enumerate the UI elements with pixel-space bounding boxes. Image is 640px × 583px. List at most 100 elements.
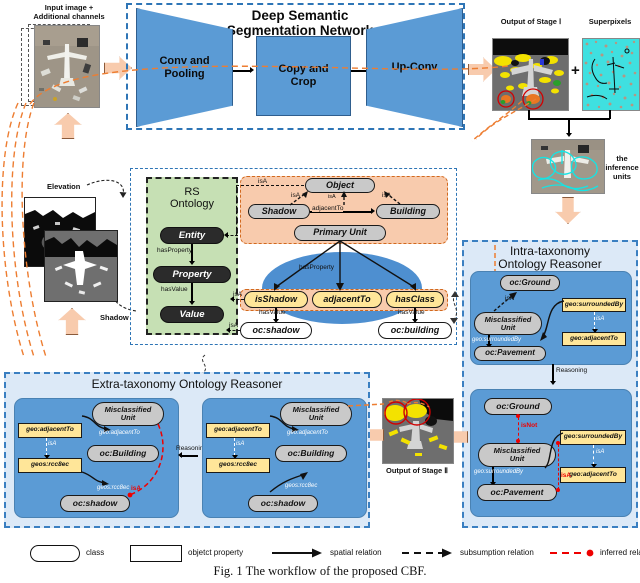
intra-bottom-box-surroundedBy: geo:surroundedBy <box>560 430 626 445</box>
stage1-feedback-curve <box>471 98 537 142</box>
arrow-inference-to-intra <box>555 197 581 224</box>
extra-right-feedback-line <box>347 403 385 407</box>
intra-top-box-adjacentTo: geo:adjacentTo <box>562 332 626 346</box>
isa-subsumption-fan <box>289 191 401 206</box>
rs-ontology-title-line2: Ontology <box>169 198 215 210</box>
legend-label-class: class <box>86 548 105 557</box>
copy-crop-line1: Copy and <box>278 63 329 76</box>
node-value-label: Value <box>179 308 205 320</box>
extra-reasoning-arrow <box>180 455 198 457</box>
superpixels-thumbnail <box>582 38 640 111</box>
intra-bottom-isNot-label: isNot <box>521 422 538 429</box>
inference-units-line1: the <box>616 153 628 163</box>
arrow-conv-to-copy-head <box>250 67 254 74</box>
node-isShadow: isShadow <box>244 291 308 308</box>
node-property-label: Property <box>172 268 212 280</box>
isa-entity-object-h <box>236 185 304 186</box>
rs-ontology-title-line1: RS <box>184 186 200 198</box>
inference-units-thumbnail <box>531 139 605 194</box>
node-oc-building-label: oc:building <box>390 324 440 335</box>
node-oc-building: oc:building <box>378 322 452 339</box>
extra-panel-connector-ornament <box>201 354 207 374</box>
intra-bottom-inferred-isa-line <box>558 444 559 490</box>
figure-workflow-cbf: Input image + Additional channels Deep S… <box>0 0 640 583</box>
isa-entity-object-head <box>224 232 228 238</box>
intra-reasoning-label: Reasoning <box>556 367 588 374</box>
input-image-label-line2: Additional channels <box>33 12 105 21</box>
intra-bottom-isNot-line <box>518 417 519 441</box>
figure-caption: Fig. 1 The workflow of the proposed CBF. <box>213 564 427 578</box>
edge-label-hasValue-1: hasValue <box>259 309 286 316</box>
bracket-drop <box>568 118 570 134</box>
isa-label-shadow: isA <box>291 192 301 199</box>
intra-bottom-curve-connector <box>544 432 564 469</box>
node-hasClass-label: hasClass <box>395 293 435 304</box>
extra-left-shadow-label: oc:shadow <box>72 498 118 509</box>
output-stage1-label: Output of Stage Ⅰ <box>500 17 562 26</box>
node-primary-unit: Primary Unit <box>294 225 386 241</box>
edge-property-value-head <box>188 301 195 305</box>
edge-label-hasValue-left: hasValue <box>161 286 188 293</box>
extra-left-box-rcc8ec: geos:rcc8ec <box>18 458 82 473</box>
extra-reasoner-title: Extra-taxonomy Ontology Reasoner <box>91 377 283 391</box>
extra-right-node-building: oc:Building <box>275 445 347 462</box>
edge-property-value <box>191 283 193 302</box>
intra-top-adjacentTo-label: geo:adjacentTo <box>570 334 618 342</box>
node-value: Value <box>160 306 224 323</box>
extra-left-inferred-isa-label: isA <box>131 485 142 492</box>
isa-label-value: isA <box>229 322 239 329</box>
intra-reasoning-arrow <box>552 364 554 382</box>
intra-top-isa-label: isA <box>505 295 515 302</box>
intra-bottom-adjacentTo-label: geo:adjacentTo <box>569 470 617 478</box>
extra-right-rcc8ec-box-label: geos:rcc8ec <box>219 461 257 469</box>
extra-right-isa-label: isA <box>236 441 245 447</box>
isa-label-building: isA <box>382 192 392 199</box>
extra-right-shadow-label: oc:shadow <box>260 498 306 509</box>
legend-label-object-property: objetct property <box>188 548 244 557</box>
node-hasClass: hasClass <box>386 291 444 308</box>
legend-glyph-object-property <box>130 545 182 562</box>
arrow-conv-to-copy <box>233 70 251 72</box>
intra-bottom-surroundedBy-edge-label: geo:surroundedBy <box>474 469 524 475</box>
node-entity: Entity <box>160 227 224 244</box>
legend-label-subsumption-relation: subsumption relation <box>460 548 534 557</box>
intra-bottom-inferred-dot-bottom <box>556 488 560 492</box>
intra-top-box-surroundedBy: geo:surroundedBy <box>562 298 626 312</box>
intra-bottom-isa-line <box>593 445 594 465</box>
intra-top-isa2-line <box>594 312 595 330</box>
bracket-drop-head <box>565 133 572 137</box>
extra-left-adjacentTo-box-label: geo:adjacentTo <box>26 426 74 434</box>
intra-bottom-surroundedBy-label: geo:surroundedBy <box>563 433 623 441</box>
isa-label-primary: isA <box>328 194 336 200</box>
legend-label-inferred-relation: inferred relation <box>600 548 640 557</box>
input-image-label-line1: Input image + <box>44 3 94 12</box>
up-conv-line1: Up-Conv <box>391 61 438 74</box>
extra-left-box-adjacentTo: geo:adjacentTo <box>18 423 82 438</box>
intra-reasoning-arrow-head <box>549 381 556 385</box>
intra-top-misclassified-line2: Unit <box>500 322 516 332</box>
intra-top-curve-connector <box>540 300 565 341</box>
extra-right-misclassified-line2: Unit <box>308 413 324 422</box>
intra-bottom-isa-label: isA <box>596 449 605 455</box>
intra-bottom-inferred-isa-label: isA <box>561 472 572 479</box>
node-oc-shadow-label: oc:shadow <box>252 324 300 335</box>
edge-label-hasProperty-left: hasProperty <box>157 247 193 254</box>
isa-label-entity-object: isA <box>258 178 268 185</box>
extra-right-node-shadow: oc:shadow <box>248 495 318 512</box>
node-building-label: Building <box>390 205 426 216</box>
dsn-title-line1: Deep Semantic <box>251 7 349 23</box>
conv-pooling-line1: Conv and <box>159 54 210 67</box>
rs-ontology-title: RS Ontology <box>150 182 234 214</box>
legend-glyph-inferred-relation <box>550 549 594 557</box>
node-property: Property <box>153 266 231 283</box>
extra-right-building-label: oc:Building <box>287 448 335 459</box>
intra-top-node-pavement: oc:Pavement <box>474 346 546 361</box>
extra-right-box-rcc8ec: geos:rcc8ec <box>206 458 270 473</box>
intra-top-pavement-label: oc:Pavement <box>485 348 535 358</box>
edge-label-hasProperty-right: hasProperty <box>299 264 335 271</box>
edge-entity-property-head <box>188 261 195 265</box>
extra-right-adjacentTo-edge-label: geo:adjacentTo <box>287 430 328 436</box>
node-adjacentTo-label: adjacentTo <box>323 293 371 304</box>
isa-entity-object-v <box>236 185 237 235</box>
node-adjacentTo: adjacentTo <box>312 291 382 308</box>
